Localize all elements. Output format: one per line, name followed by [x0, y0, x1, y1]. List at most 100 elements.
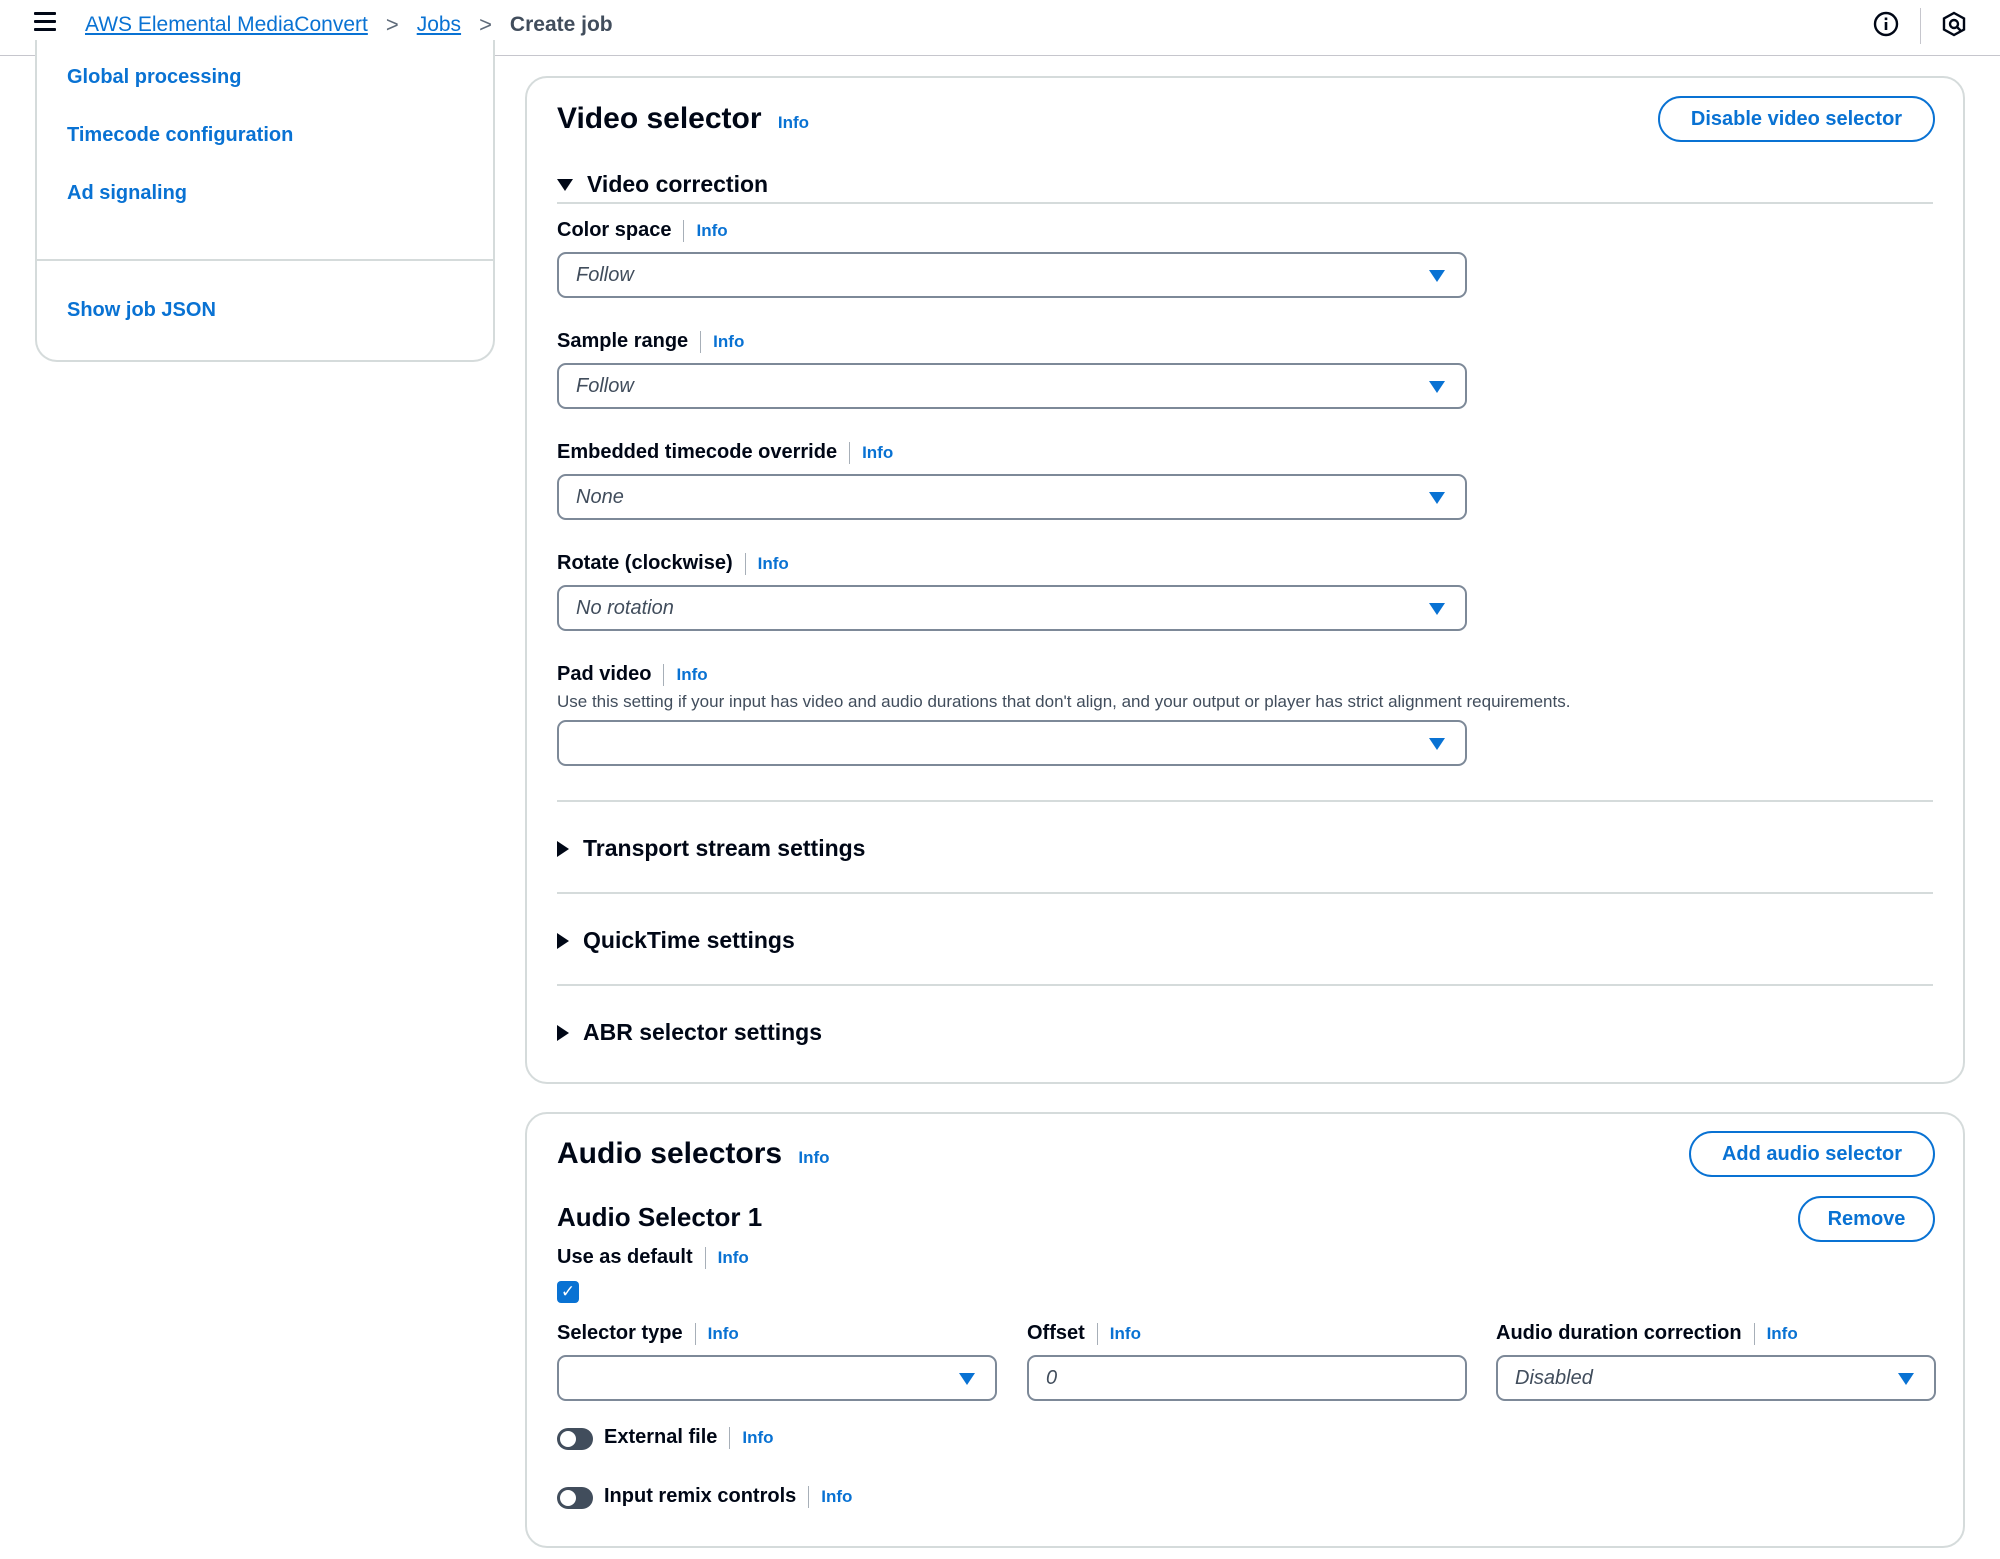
video-selector-info-link[interactable]: Info: [778, 113, 809, 132]
label-separator: [700, 330, 702, 353]
input-remix-label-text: Input remix controls: [604, 1485, 797, 1507]
label-separator: [694, 1322, 696, 1345]
caret-right-icon: [557, 1024, 569, 1041]
caret-down-icon: [1429, 381, 1445, 393]
add-audio-selector-button[interactable]: Add audio selector: [1689, 1131, 1935, 1177]
chevron-right-icon: >: [385, 12, 399, 37]
offset-input[interactable]: 0: [1027, 1355, 1467, 1401]
info-circle-icon[interactable]: [1872, 10, 1900, 38]
embedded-timecode-select[interactable]: None: [557, 474, 1467, 520]
audio-selectors-title: Audio selectors Info: [557, 1137, 830, 1171]
caret-down-icon: [1429, 270, 1445, 282]
rotate-info-link[interactable]: Info: [758, 554, 789, 574]
input-remix-toggle[interactable]: [557, 1487, 593, 1509]
input-remix-info-link[interactable]: Info: [821, 1487, 852, 1507]
embedded-timecode-info-link[interactable]: Info: [862, 443, 893, 463]
section-divider: [557, 984, 1933, 986]
offset-info-link[interactable]: Info: [1110, 1324, 1141, 1344]
pad-video-description: Use this setting if your input has video…: [557, 692, 1571, 711]
caret-down-icon: [1898, 1373, 1914, 1385]
remove-button[interactable]: Remove: [1798, 1196, 1935, 1242]
offset-value: 0: [1046, 1366, 1058, 1389]
external-file-label-text: External file: [604, 1426, 718, 1448]
rotate-select[interactable]: No rotation: [557, 585, 1467, 631]
caret-down-icon: [1429, 603, 1445, 615]
input-remix-label: Input remix controls Info: [604, 1485, 852, 1508]
use-as-default-label-text: Use as default: [557, 1246, 693, 1268]
external-file-toggle[interactable]: [557, 1428, 593, 1450]
label-separator: [1096, 1322, 1098, 1345]
use-as-default-checkbox[interactable]: ✓: [557, 1281, 579, 1303]
audio-selector-1-title: Audio Selector 1: [557, 1202, 763, 1232]
audio-selectors-panel: Audio selectors Info Add audio selector …: [525, 1112, 1965, 1548]
caret-right-icon: [557, 840, 569, 857]
use-as-default-label: Use as default Info: [557, 1246, 749, 1269]
label-separator: [849, 441, 851, 464]
video-selector-title: Video selector Info: [557, 102, 809, 136]
video-correction-label: Video correction: [587, 171, 769, 197]
sample-range-value: Follow: [576, 374, 634, 397]
checkmark-icon: ✓: [560, 1282, 576, 1301]
sample-range-label-text: Sample range: [557, 330, 689, 352]
audio-duration-correction-info-link[interactable]: Info: [1767, 1324, 1798, 1344]
transport-stream-settings-toggle[interactable]: Transport stream settings: [557, 835, 865, 862]
label-separator: [683, 219, 685, 242]
rotate-label: Rotate (clockwise) Info: [557, 552, 789, 575]
breadcrumb: AWS Elemental MediaConvert > Jobs > Crea…: [85, 12, 613, 38]
caret-right-icon: [557, 932, 569, 949]
header-divider: [1920, 8, 1921, 44]
sample-range-info-link[interactable]: Info: [713, 332, 744, 352]
nav-show-job-json[interactable]: Show job JSON: [67, 299, 216, 322]
offset-label: Offset Info: [1027, 1322, 1141, 1345]
embedded-timecode-value: None: [576, 485, 624, 508]
nav-global-processing[interactable]: Global processing: [67, 66, 241, 89]
selector-type-select[interactable]: [557, 1355, 997, 1401]
color-space-info-link[interactable]: Info: [696, 221, 727, 241]
menu-icon[interactable]: [34, 12, 58, 36]
help-panel-icon[interactable]: [1940, 10, 1968, 38]
nav-ad-signaling[interactable]: Ad signaling: [67, 182, 187, 205]
caret-down-icon: [1429, 738, 1445, 750]
breadcrumb-mediaconvert[interactable]: AWS Elemental MediaConvert: [85, 13, 368, 37]
audio-duration-correction-value: Disabled: [1515, 1366, 1593, 1389]
pad-video-label-text: Pad video: [557, 663, 652, 685]
audio-selectors-info-link[interactable]: Info: [798, 1148, 829, 1167]
sample-range-select[interactable]: Follow: [557, 363, 1467, 409]
selector-type-label: Selector type Info: [557, 1322, 739, 1345]
rotate-label-text: Rotate (clockwise): [557, 552, 733, 574]
video-selector-panel: Video selector Info Disable video select…: [525, 76, 1965, 1084]
video-selector-heading: Video selector: [557, 102, 762, 135]
pad-video-info-link[interactable]: Info: [676, 665, 707, 685]
color-space-value: Follow: [576, 263, 634, 286]
caret-down-icon: [959, 1373, 975, 1385]
color-space-select[interactable]: Follow: [557, 252, 1467, 298]
nav-timecode-configuration[interactable]: Timecode configuration: [67, 124, 293, 147]
disable-video-selector-button[interactable]: Disable video selector: [1658, 96, 1935, 142]
label-separator: [1753, 1322, 1755, 1345]
external-file-label: External file Info: [604, 1426, 774, 1449]
audio-duration-correction-select[interactable]: Disabled: [1496, 1355, 1936, 1401]
breadcrumb-jobs[interactable]: Jobs: [417, 13, 461, 37]
color-space-label: Color space Info: [557, 219, 728, 242]
section-divider: [557, 892, 1933, 894]
abr-selector-settings-label: ABR selector settings: [583, 1019, 823, 1045]
quicktime-settings-label: QuickTime settings: [583, 927, 795, 953]
breadcrumb-create-job: Create job: [509, 13, 613, 36]
color-space-label-text: Color space: [557, 219, 672, 241]
video-correction-toggle[interactable]: Video correction: [557, 171, 768, 198]
external-file-info-link[interactable]: Info: [742, 1428, 773, 1448]
audio-selectors-heading: Audio selectors: [557, 1137, 783, 1170]
audio-duration-correction-label-text: Audio duration correction: [1496, 1322, 1742, 1344]
section-divider: [557, 202, 1933, 204]
label-separator: [704, 1246, 706, 1269]
embedded-timecode-label: Embedded timecode override Info: [557, 441, 893, 464]
label-separator: [808, 1485, 810, 1508]
selector-type-info-link[interactable]: Info: [708, 1324, 739, 1344]
pad-video-select[interactable]: [557, 720, 1467, 766]
audio-duration-correction-label: Audio duration correction Info: [1496, 1322, 1798, 1345]
label-separator: [663, 663, 665, 686]
label-separator: [744, 552, 746, 575]
quicktime-settings-toggle[interactable]: QuickTime settings: [557, 927, 795, 954]
abr-selector-settings-toggle[interactable]: ABR selector settings: [557, 1019, 822, 1046]
use-as-default-info-link[interactable]: Info: [718, 1248, 749, 1268]
